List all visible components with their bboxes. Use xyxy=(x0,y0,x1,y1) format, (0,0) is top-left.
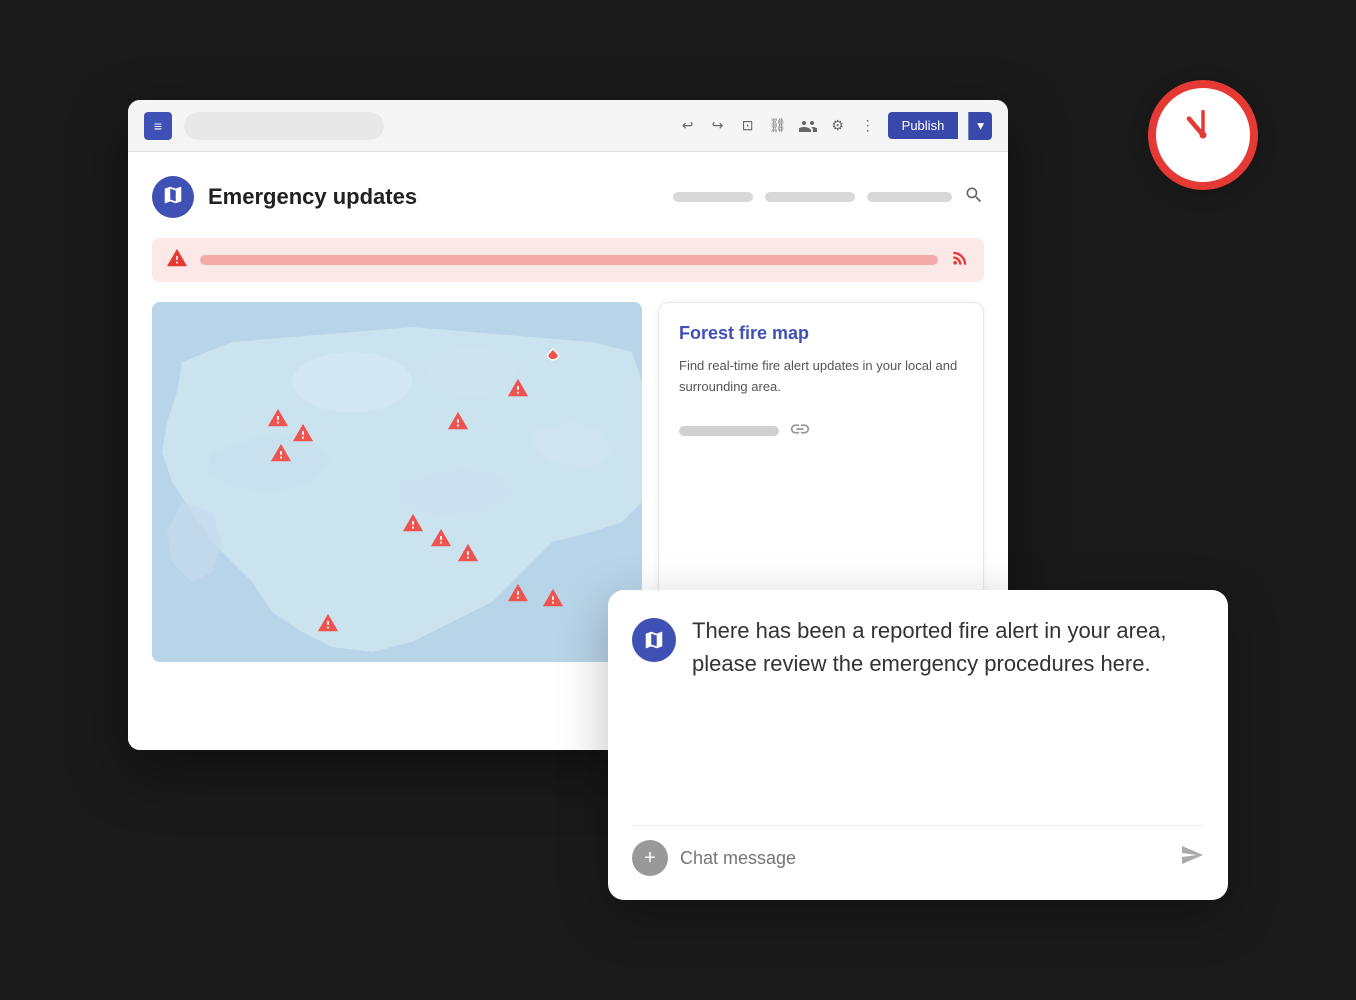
page-logo xyxy=(152,176,194,218)
rss-icon xyxy=(950,248,970,273)
publish-button[interactable]: Publish xyxy=(888,112,959,139)
fire-marker-6 xyxy=(447,410,469,432)
search-icon[interactable] xyxy=(964,185,984,210)
page-header: Emergency updates xyxy=(152,176,984,218)
fire-marker-4 xyxy=(270,442,292,464)
address-bar[interactable] xyxy=(184,112,384,140)
send-button[interactable] xyxy=(1180,843,1204,873)
fire-marker-8 xyxy=(430,527,452,549)
chat-avatar xyxy=(632,618,676,662)
clock-decoration xyxy=(1148,80,1258,190)
clock-icon xyxy=(1168,100,1238,170)
app-logo: ≡ xyxy=(144,112,172,140)
header-nav xyxy=(673,185,984,210)
map-container xyxy=(152,302,642,662)
fire-marker-9 xyxy=(457,542,479,564)
publish-dropdown-button[interactable]: ▾ xyxy=(968,112,992,140)
fire-marker-11 xyxy=(542,587,564,609)
link-icon[interactable]: ⛓ xyxy=(768,116,788,136)
toolbar-controls: ↩ ↪ ⊡ ⛓ ⚙ ⋮ Publish ▾ xyxy=(678,112,992,140)
fire-marker-3 xyxy=(292,422,314,444)
fire-marker-1 xyxy=(542,347,564,369)
fire-marker-5 xyxy=(507,377,529,399)
more-icon[interactable]: ⋮ xyxy=(858,116,878,136)
chat-panel: There has been a reported fire alert in … xyxy=(608,590,1228,900)
nav-pill-2[interactable] xyxy=(765,192,855,202)
alert-bar xyxy=(200,255,938,265)
card-title: Forest fire map xyxy=(679,323,963,344)
users-icon[interactable] xyxy=(798,116,818,136)
alert-banner xyxy=(152,238,984,282)
plus-icon: + xyxy=(644,848,656,868)
undo-icon[interactable]: ↩ xyxy=(678,116,698,136)
nav-pill-1[interactable] xyxy=(673,192,753,202)
nav-pill-3[interactable] xyxy=(867,192,952,202)
redo-icon[interactable]: ↪ xyxy=(708,116,728,136)
chat-message-area: There has been a reported fire alert in … xyxy=(632,614,1204,809)
settings-icon[interactable]: ⚙ xyxy=(828,116,848,136)
chat-message-text: There has been a reported fire alert in … xyxy=(692,614,1204,680)
chat-input[interactable] xyxy=(680,848,1168,869)
card-link-placeholder xyxy=(679,426,779,436)
chat-add-button[interactable]: + xyxy=(632,840,668,876)
page-title: Emergency updates xyxy=(208,184,417,210)
warning-icon xyxy=(166,247,188,274)
fire-marker-7 xyxy=(402,512,424,534)
card-footer xyxy=(679,418,963,445)
layout-icon[interactable]: ⊡ xyxy=(738,116,758,136)
map-svg xyxy=(152,302,642,662)
fire-marker-2 xyxy=(267,407,289,429)
browser-toolbar: ≡ ↩ ↪ ⊡ ⛓ ⚙ ⋮ Publish ▾ xyxy=(128,100,1008,152)
map-icon xyxy=(162,184,184,211)
card-link-icon[interactable] xyxy=(789,418,811,445)
chat-avatar-icon xyxy=(643,629,665,651)
card-description: Find real-time fire alert updates in you… xyxy=(679,356,963,398)
chat-input-row: + xyxy=(632,825,1204,876)
fire-marker-12 xyxy=(317,612,339,634)
fire-marker-10 xyxy=(507,582,529,604)
